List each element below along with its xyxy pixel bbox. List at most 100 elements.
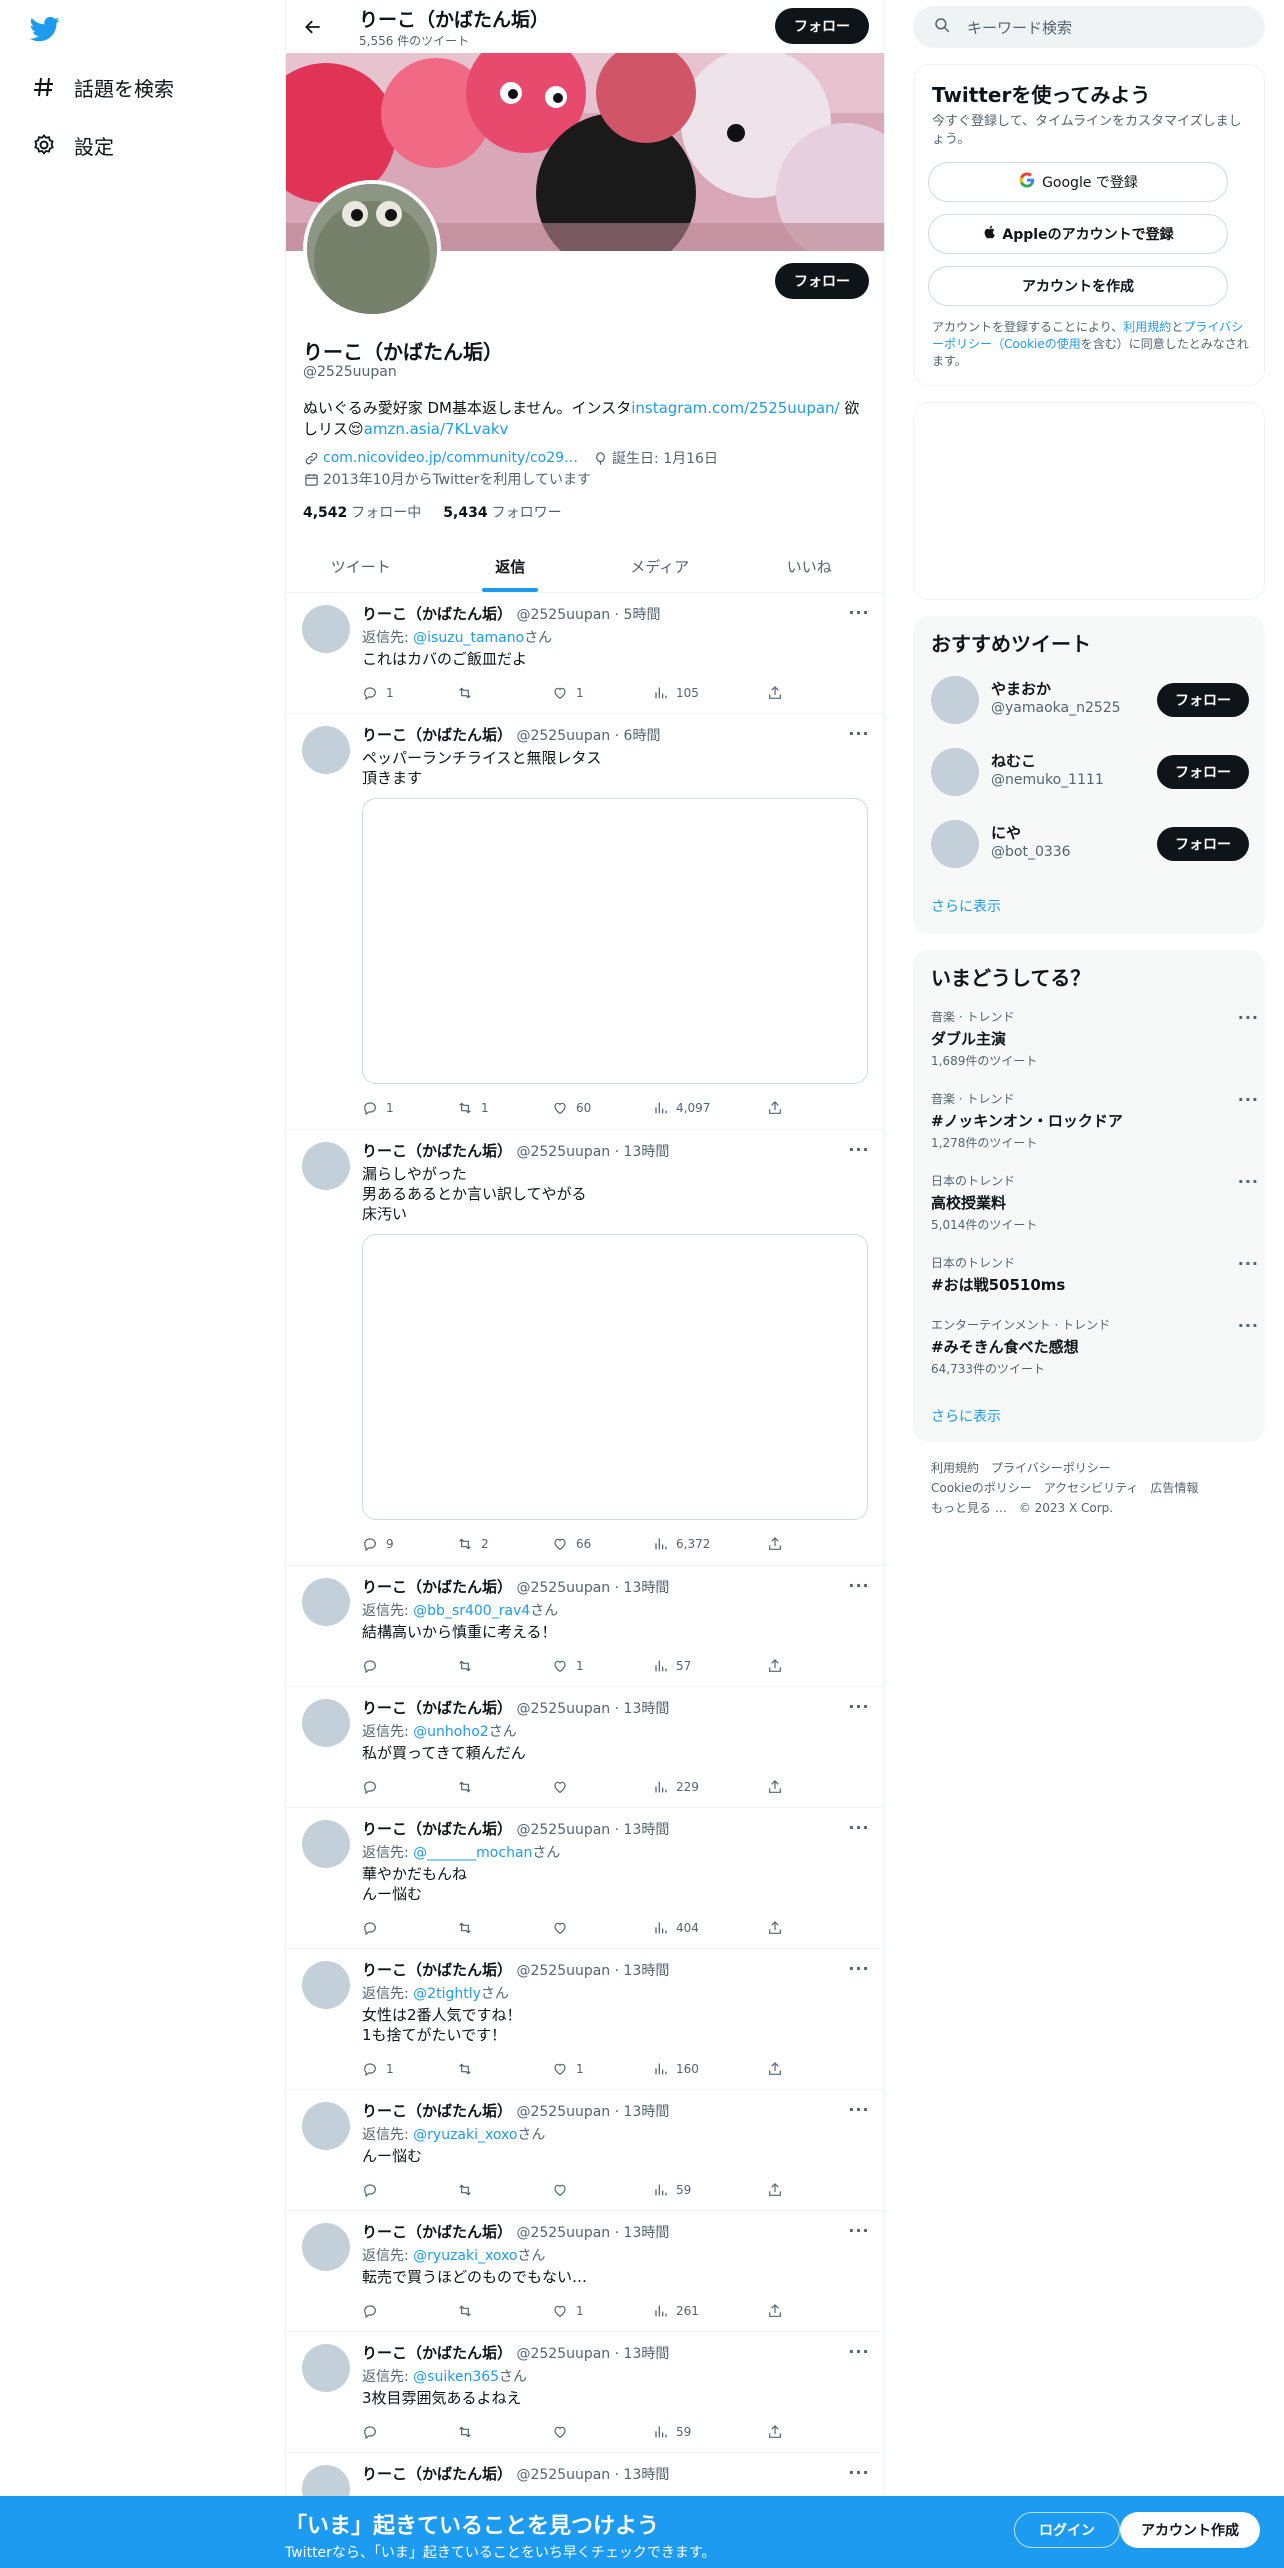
recommended-more-link[interactable]: さらに表示 <box>931 896 1001 916</box>
reply-to-link[interactable]: @2tightly <box>413 1986 481 2002</box>
trends-more-link[interactable]: さらに表示 <box>931 1406 1001 1426</box>
follow-button[interactable]: フォロー <box>1157 755 1249 789</box>
more-options-icon[interactable]: ··· <box>1238 1172 1259 1191</box>
views-button[interactable]: 4,097 <box>652 1098 710 1118</box>
recommended-user[interactable]: にや @bot_0336 フォロー <box>931 818 1251 870</box>
tweet[interactable]: りーこ（かばたん垢） @2525uupan · 13時間 ··· 漏らしやがった 男… <box>286 1130 884 1566</box>
follow-button[interactable]: フォロー <box>1157 827 1249 861</box>
tab-replies[interactable]: 返信 <box>436 540 586 592</box>
like-button[interactable]: 1 <box>552 2059 584 2079</box>
more-options-icon[interactable]: ··· <box>848 1574 870 1596</box>
back-arrow-icon[interactable] <box>298 12 328 42</box>
views-button[interactable]: 59 <box>652 2422 691 2442</box>
trend-item[interactable]: 音楽 · トレンド #ノッキンオン・ロックドア 1,278件のツイート ··· <box>931 1090 1258 1151</box>
more-options-icon[interactable]: ··· <box>848 2219 870 2241</box>
more-options-icon[interactable]: ··· <box>848 722 870 744</box>
tweet-avatar[interactable] <box>302 1961 350 2009</box>
more-options-icon[interactable]: ··· <box>848 1695 870 1717</box>
tweet-avatar[interactable] <box>302 2223 350 2271</box>
share-button[interactable] <box>767 1777 791 1797</box>
more-options-icon[interactable]: ··· <box>848 2340 870 2362</box>
tweet-author[interactable]: りーこ（かばたん垢） <box>362 726 512 744</box>
tweet-author[interactable]: りーこ（かばたん垢） <box>362 1820 512 1838</box>
reply-button[interactable] <box>362 2301 386 2321</box>
trend-item[interactable]: 音楽 · トレンド ダブル主演 1,689件のツイート ··· <box>931 1008 1258 1069</box>
google-signup-button[interactable]: Google で登録 <box>928 162 1228 202</box>
tab-media[interactable]: メディア <box>585 540 735 592</box>
follow-button[interactable]: フォロー <box>1157 683 1249 717</box>
footer-link[interactable]: アクセシビリティ <box>1044 1481 1139 1495</box>
retweet-button[interactable]: 1 <box>457 1098 489 1118</box>
create-account-button[interactable]: アカウントを作成 <box>928 266 1228 306</box>
reply-button[interactable] <box>362 1656 386 1676</box>
like-button[interactable] <box>552 2422 576 2442</box>
profile-follow-button[interactable]: フォロー <box>775 263 869 299</box>
reply-to-link[interactable]: @unhoho2 <box>413 1724 489 1740</box>
reply-button[interactable]: 9 <box>362 1534 394 1554</box>
reply-to-link[interactable]: @_______mochan <box>413 1845 532 1861</box>
search-box[interactable]: キーワード検索 <box>913 6 1265 48</box>
tweet[interactable]: りーこ（かばたん垢） @2525uupan · 13時間 ··· 返信先: @unh… <box>286 1687 884 1808</box>
avatar[interactable] <box>931 748 979 796</box>
tweet-avatar[interactable] <box>302 1142 350 1190</box>
tweet[interactable]: りーこ（かばたん垢） @2525uupan · 13時間 ··· 返信先: @ryu… <box>286 2211 884 2332</box>
tweet[interactable]: りーこ（かばたん垢） @2525uupan · 6時間 ··· ペッパーランチライス… <box>286 714 884 1130</box>
more-options-icon[interactable]: ··· <box>848 1957 870 1979</box>
share-button[interactable] <box>767 2180 791 2200</box>
retweet-button[interactable] <box>457 1777 481 1797</box>
login-button[interactable]: ログイン <box>1014 2512 1120 2548</box>
reply-button[interactable]: 1 <box>362 2059 394 2079</box>
avatar[interactable] <box>931 820 979 868</box>
retweet-button[interactable] <box>457 2059 481 2079</box>
views-button[interactable]: 229 <box>652 1777 699 1797</box>
retweet-button[interactable] <box>457 1656 481 1676</box>
profile-avatar[interactable] <box>303 180 441 318</box>
recommended-user[interactable]: ねむこ @nemuko_1111 フォロー <box>931 746 1251 798</box>
tweet-avatar[interactable] <box>302 1820 350 1868</box>
retweet-button[interactable] <box>457 1918 481 1938</box>
share-button[interactable] <box>767 1656 791 1676</box>
share-button[interactable] <box>767 2059 791 2079</box>
retweet-button[interactable] <box>457 2301 481 2321</box>
tweet-author[interactable]: りーこ（かばたん垢） <box>362 2223 512 2241</box>
like-button[interactable]: 1 <box>552 2301 584 2321</box>
views-button[interactable]: 404 <box>652 1918 699 1938</box>
views-button[interactable]: 105 <box>652 683 699 703</box>
signup-button[interactable]: アカウント作成 <box>1120 2512 1260 2548</box>
tweet[interactable]: りーこ（かばたん垢） @2525uupan · 13時間 ··· 返信先: @ryu… <box>286 2090 884 2211</box>
like-button[interactable]: 66 <box>552 1534 591 1554</box>
reply-to-link[interactable]: @suiken365 <box>413 2369 499 2385</box>
twitter-logo-icon[interactable] <box>28 14 62 44</box>
like-button[interactable] <box>552 1918 576 1938</box>
trend-item[interactable]: 日本のトレンド 高校授業料 5,014件のツイート ··· <box>931 1172 1258 1233</box>
more-options-icon[interactable]: ··· <box>1238 1254 1259 1273</box>
footer-link[interactable]: 利用規約 <box>931 1461 979 1475</box>
footer-link[interactable]: 広告情報 <box>1150 1481 1198 1495</box>
views-button[interactable]: 160 <box>652 2059 699 2079</box>
reply-to-link[interactable]: @isuzu_tamano <box>413 630 524 646</box>
footer-link[interactable]: Cookieのポリシー <box>931 1481 1032 1495</box>
tweet[interactable]: りーこ（かばたん垢） @2525uupan · 5時間 ··· 返信先: @isuz… <box>286 593 884 714</box>
tweet-author[interactable]: りーこ（かばたん垢） <box>362 2344 512 2362</box>
like-button[interactable] <box>552 2180 576 2200</box>
tweet[interactable]: りーこ（かばたん垢） @2525uupan · 13時間 ··· 返信先: @___… <box>286 1808 884 1949</box>
tweet-avatar[interactable] <box>302 1699 350 1747</box>
reply-to-link[interactable]: @bb_sr400_rav4 <box>413 1603 530 1619</box>
reply-to-link[interactable]: @ryuzaki_xoxo <box>413 2248 517 2264</box>
tweet-media[interactable] <box>362 798 868 1084</box>
more-options-icon[interactable]: ··· <box>1238 1316 1259 1335</box>
share-button[interactable] <box>767 683 791 703</box>
views-button[interactable]: 6,372 <box>652 1534 710 1554</box>
footer-link[interactable]: プライバシーポリシー <box>991 1461 1111 1475</box>
tweet-media[interactable] <box>362 1234 868 1520</box>
apple-signup-button[interactable]: Appleのアカウントで登録 <box>928 214 1228 254</box>
tweet[interactable]: りーこ（かばたん垢） @2525uupan · 13時間 ··· 返信先: @sui… <box>286 2332 884 2453</box>
views-button[interactable]: 57 <box>652 1656 691 1676</box>
views-button[interactable]: 261 <box>652 2301 699 2321</box>
tweet-author[interactable]: りーこ（かばたん垢） <box>362 1142 512 1160</box>
views-button[interactable]: 59 <box>652 2180 691 2200</box>
tweet-avatar[interactable] <box>302 605 350 653</box>
bio-amazon-link[interactable]: amzn.asia/7KLvakv <box>364 420 509 438</box>
reply-button[interactable] <box>362 2180 386 2200</box>
tweet-avatar[interactable] <box>302 726 350 774</box>
